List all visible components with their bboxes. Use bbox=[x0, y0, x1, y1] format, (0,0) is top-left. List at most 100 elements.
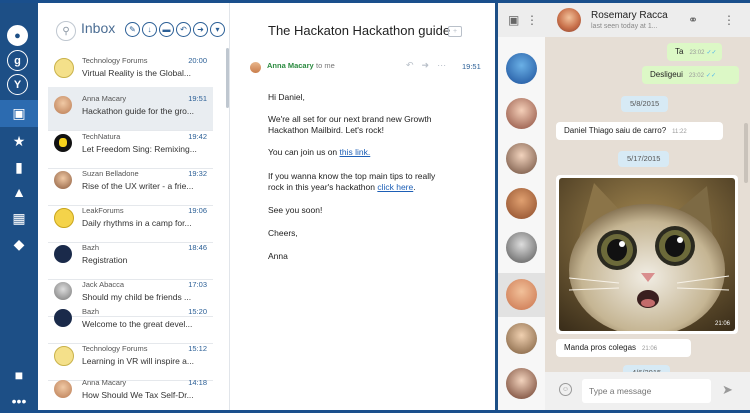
message-subject: Welcome to the great devel... bbox=[82, 319, 193, 329]
list-header: ⚲ Inbox ✎ ↓ ▬ ↶ ➜ ▾ bbox=[38, 3, 225, 43]
menu-icon[interactable]: ⋮ bbox=[526, 13, 538, 27]
chat-avatar[interactable] bbox=[506, 232, 537, 263]
send-icon[interactable]: ➤ bbox=[722, 382, 733, 398]
download-icon[interactable]: ↓ bbox=[142, 22, 157, 37]
message-time: 23:02 bbox=[688, 73, 704, 79]
emoji-icon[interactable]: ☺ bbox=[559, 383, 572, 396]
message-subject: Registration bbox=[82, 255, 128, 265]
chat-scrollbar[interactable] bbox=[744, 123, 748, 183]
search-icon[interactable]: ⚲ bbox=[56, 21, 76, 41]
chat-avatar[interactable] bbox=[506, 368, 537, 399]
message-sender: Technology Forums bbox=[82, 56, 148, 65]
mail-signature: Anna bbox=[268, 251, 288, 261]
yahoo-account-icon[interactable]: Y bbox=[7, 74, 28, 95]
new-chat-icon[interactable]: ▣ bbox=[508, 13, 519, 27]
add-account-icon[interactable]: ■ bbox=[7, 363, 31, 387]
message-sender: Jack Abacca bbox=[82, 280, 125, 289]
read-ticks-icon: ✓✓ bbox=[705, 73, 716, 79]
message-text: Desligeui bbox=[650, 70, 683, 79]
chat-panel: Rosemary Racca last seen today at 1... ⚭… bbox=[545, 3, 750, 410]
message-time: 20:00 bbox=[188, 56, 207, 65]
chat-avatar[interactable] bbox=[506, 323, 537, 354]
message-time: 19:42 bbox=[188, 132, 207, 141]
message-text: Manda pros colegas bbox=[564, 343, 637, 352]
message-time: 19:06 bbox=[188, 206, 207, 215]
chat-header: Rosemary Racca last seen today at 1... ⚭… bbox=[545, 3, 750, 37]
avatar bbox=[54, 309, 72, 327]
chat-menu-icon[interactable]: ⋮ bbox=[723, 13, 735, 27]
message-sender: Suzan Belladone bbox=[82, 169, 139, 178]
contacts-book-icon[interactable]: ▦ bbox=[7, 206, 31, 230]
message-time: 23:02 bbox=[689, 50, 705, 56]
date-separator: 5/8/2015 bbox=[621, 96, 669, 112]
contacts-icon[interactable]: ● bbox=[7, 25, 28, 46]
message-list: ⚲ Inbox ✎ ↓ ▬ ↶ ➜ ▾ Technology Forums 20… bbox=[38, 3, 225, 410]
chat-avatar[interactable] bbox=[506, 143, 537, 174]
label-icon[interactable]: + bbox=[448, 26, 462, 37]
chat-avatar[interactable] bbox=[506, 98, 537, 129]
message-time: 15:20 bbox=[188, 307, 207, 316]
avatar bbox=[54, 282, 72, 300]
outgoing-message: Ta 23:02 ✓✓ bbox=[667, 43, 722, 61]
incoming-message: Manda pros colegas 21:06 bbox=[556, 339, 691, 357]
chat-avatar[interactable] bbox=[506, 53, 537, 84]
avatar bbox=[54, 245, 72, 263]
mail-text: rock in this year's hackathon bbox=[268, 182, 378, 192]
message-time: 17:03 bbox=[188, 280, 207, 289]
google-account-icon[interactable]: g bbox=[7, 50, 28, 71]
message-time: 21:06 bbox=[714, 321, 730, 327]
reply-actions[interactable]: ↶➜⋯ bbox=[406, 60, 454, 71]
archive-icon[interactable]: ▲ bbox=[7, 180, 31, 204]
mail-subject-title: The Hackaton Hackathon guide bbox=[268, 23, 451, 38]
message-subject: How Should We Tax Self-Dr... bbox=[82, 390, 194, 400]
mail-paragraph: We're all set for our next brand new Gro… bbox=[268, 114, 432, 124]
message-sender: Anna Macary bbox=[82, 94, 127, 103]
message-text: Daniel Thiago saiu de carro? bbox=[564, 126, 667, 135]
mail-signoff: Cheers, bbox=[268, 228, 298, 238]
mail-paragraph: You can join us on this link. bbox=[268, 147, 370, 158]
compose-icon[interactable]: ✎ bbox=[125, 22, 140, 37]
contact-name[interactable]: Rosemary Racca bbox=[591, 10, 668, 21]
inbox-nav-icon[interactable]: ▣ bbox=[0, 100, 38, 127]
more-icon[interactable]: ••• bbox=[7, 389, 31, 413]
message-time: 15:12 bbox=[188, 344, 207, 353]
reading-pane: The Hackaton Hackathon guide + Anna Maca… bbox=[229, 3, 496, 410]
message-sender: Bazh bbox=[82, 307, 100, 316]
delete-icon[interactable]: ▬ bbox=[159, 22, 174, 37]
message-sender: LeakForums bbox=[82, 206, 124, 215]
image-message[interactable]: 21:06 bbox=[556, 175, 738, 334]
inbox-title: Inbox bbox=[81, 20, 116, 36]
cat-image-icon bbox=[559, 178, 735, 331]
outgoing-message: Desligeui 23:02 ✓✓ bbox=[642, 66, 739, 84]
forward-icon[interactable]: ➜ bbox=[193, 22, 208, 37]
avatar bbox=[54, 346, 74, 366]
avatar bbox=[54, 171, 72, 189]
reply-icon[interactable]: ↶ bbox=[176, 22, 191, 37]
message-item[interactable]: Anna Macary 14:18 How Should We Tax Self… bbox=[48, 371, 213, 415]
sender-name[interactable]: Anna Macary bbox=[267, 61, 314, 70]
mail-signoff: See you soon! bbox=[268, 205, 323, 215]
join-link[interactable]: this link. bbox=[340, 147, 371, 157]
message-subject: Daily rhythms in a camp for... bbox=[82, 218, 192, 228]
dropdown-icon[interactable]: ▾ bbox=[210, 22, 225, 37]
drafts-icon[interactable]: ▮ bbox=[7, 155, 31, 179]
cat-photo[interactable]: 21:06 bbox=[559, 178, 735, 331]
message-time: 11:22 bbox=[672, 129, 687, 135]
message-subject: Let Freedom Sing: Remixing... bbox=[82, 144, 197, 154]
message-time: 19:32 bbox=[188, 169, 207, 178]
avatar bbox=[54, 58, 74, 78]
chat-avatar-active[interactable] bbox=[506, 279, 537, 310]
attach-icon[interactable]: ⚭ bbox=[688, 13, 698, 27]
message-sender: Anna Macary bbox=[82, 378, 127, 387]
mail-paragraph: If you wanna know the top main tips to r… bbox=[268, 171, 436, 181]
date-separator: 5/17/2015 bbox=[618, 151, 670, 167]
contact-avatar[interactable] bbox=[557, 8, 581, 32]
tag-icon[interactable]: ◆ bbox=[7, 232, 31, 256]
chat-avatar[interactable] bbox=[506, 188, 537, 219]
recipient-label[interactable]: to me bbox=[316, 61, 335, 70]
message-input[interactable] bbox=[582, 379, 711, 403]
message-subject: Rise of the UX writer - a frie... bbox=[82, 181, 194, 191]
starred-icon[interactable]: ★ bbox=[7, 129, 31, 153]
tips-link[interactable]: click here bbox=[377, 182, 413, 192]
app-window: ● g Y ▣ ★ ▮ ▲ ▦ ◆ ■ ••• ⚲ Inbox ✎ ↓ ▬ ↶ … bbox=[0, 0, 750, 413]
